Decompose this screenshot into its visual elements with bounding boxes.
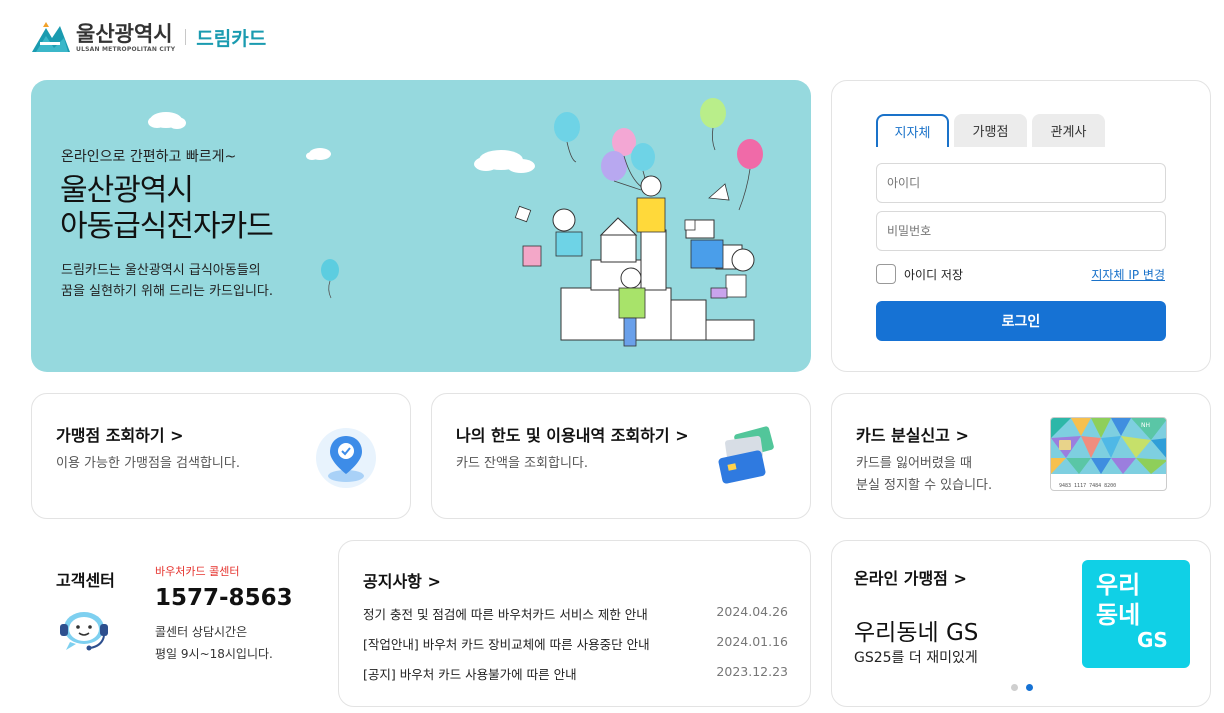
tab-merchant[interactable]: 가맹점 — [954, 114, 1027, 147]
gs-logo[interactable]: 우리 동네 GS — [1082, 560, 1190, 668]
city-name-en: ULSAN METROPOLITAN CITY — [76, 45, 176, 53]
ip-change-link[interactable]: 지자체 IP 변경 — [1091, 266, 1165, 283]
hero-desc-line1: 드림카드는 울산광역시 급식아동들의 — [61, 263, 261, 278]
gs-logo-line1: 우리 — [1096, 571, 1141, 599]
lost-card-report-card[interactable]: 카드 분실신고 > 카드를 잃어버렸을 때 분실 정지할 수 있습니다. NH … — [831, 393, 1211, 519]
save-id-checkbox[interactable] — [876, 264, 896, 284]
call-center-label: 바우처카드 콜센터 — [155, 565, 240, 578]
site-logo[interactable]: 울산광역시 ULSAN METROPOLITAN CITY 드림카드 — [30, 18, 266, 56]
online-store-title[interactable]: 온라인 가맹점 > — [854, 565, 967, 589]
notice-item[interactable]: [공지] 바우처 카드 사용불가에 따른 안내 2023.12.23 — [363, 664, 788, 683]
notice-item-text[interactable]: [작업안내] 바우처 카드 장비교체에 따른 사용중단 안내 — [363, 634, 650, 653]
notice-item-text[interactable]: [공지] 바우처 카드 사용불가에 따른 안내 — [363, 664, 577, 683]
slide-indicator — [1011, 684, 1033, 691]
merchant-search-card[interactable]: 가맹점 조회하기 > 이용 가능한 가맹점을 검색합니다. — [31, 393, 411, 519]
notice-item-date: 2024.01.16 — [716, 634, 788, 649]
gs-logo-line2: 동네 — [1096, 601, 1141, 629]
slide-dot-2[interactable] — [1026, 684, 1033, 691]
save-id-row[interactable]: 아이디 저장 — [876, 264, 963, 284]
merchant-search-desc: 이용 가능한 가맹점을 검색합니다. — [56, 456, 240, 471]
slide-dot-1[interactable] — [1011, 684, 1018, 691]
gs-logo-text: 우리 동네 — [1096, 570, 1140, 630]
password-input[interactable] — [876, 211, 1166, 251]
login-tabs: 지자체 가맹점 관계사 — [876, 114, 1105, 147]
balance-history-card[interactable]: 나의 한도 및 이용내역 조회하기 > 카드 잔액을 조회합니다. — [431, 393, 811, 519]
city-name: 울산광역시 — [76, 21, 173, 46]
hero-title-line1: 울산광역시 — [60, 173, 194, 208]
notice-item[interactable]: 정기 충전 및 점검에 따른 바우처카드 서비스 제한 안내 2024.04.2… — [363, 604, 788, 623]
map-pin-icon — [316, 428, 376, 488]
card-money-icon — [718, 426, 774, 484]
gs-logo-gs: GS — [1137, 628, 1168, 652]
hero-subtitle: 온라인으로 간편하고 빠르게~ — [61, 149, 237, 165]
notice-item-date: 2024.04.26 — [716, 604, 788, 619]
notice-panel: 공지사항 > 정기 충전 및 점검에 따른 바우처카드 서비스 제한 안내 20… — [338, 540, 811, 707]
hero-desc-line2: 꿈을 실현하기 위해 드리는 카드입니다. — [61, 284, 274, 299]
hero-description: 드림카드는 울산광역시 급식아동들의 꿈을 실현하기 위해 드리는 카드입니다. — [61, 260, 273, 302]
merchant-search-title: 가맹점 조회하기 > — [56, 426, 184, 445]
tab-affiliate[interactable]: 관계사 — [1032, 114, 1105, 147]
ulsan-logo-icon — [32, 22, 70, 52]
online-store-name[interactable]: 우리동네 GS — [854, 613, 978, 647]
call-center-hours: 콜센터 상담시간은 평일 9시~18시입니다. — [155, 621, 273, 665]
balance-history-title: 나의 한도 및 이용내역 조회하기 > — [456, 426, 689, 445]
lost-card-desc-line2: 분실 정지할 수 있습니다. — [856, 478, 993, 493]
hero-title-line2: 아동급식전자카드 — [60, 209, 274, 244]
tab-local-government[interactable]: 지자체 — [876, 114, 949, 147]
call-center-hours-line2: 평일 9시~18시입니다. — [155, 647, 273, 661]
svg-text:NH: NH — [1141, 422, 1150, 429]
id-input[interactable] — [876, 163, 1166, 203]
notice-title[interactable]: 공지사항 > — [363, 568, 441, 592]
card-number: 9483 1117 7484 8200 — [1059, 483, 1117, 489]
call-center-hours-line1: 콜센터 상담시간은 — [155, 625, 248, 639]
notice-item[interactable]: [작업안내] 바우처 카드 장비교체에 따른 사용중단 안내 2024.01.1… — [363, 634, 788, 653]
dream-card-image: NH 9483 1117 7484 8200 — [1050, 417, 1167, 491]
online-store-panel: 온라인 가맹점 > 우리동네 GS GS25를 더 재미있게 우리 동네 GS — [831, 540, 1211, 707]
service-name: 드림카드 — [196, 27, 267, 50]
login-panel: 지자체 가맹점 관계사 아이디 저장 지자체 IP 변경 로그인 — [831, 80, 1211, 372]
call-center-phone[interactable]: 1577-8563 — [155, 585, 293, 611]
lost-card-title: 카드 분실신고 > — [856, 426, 969, 445]
customer-center-title: 고객센터 — [56, 571, 115, 590]
lost-card-desc: 카드를 잃어버렸을 때 분실 정지할 수 있습니다. — [856, 453, 1056, 497]
hero-banner: 온라인으로 간편하고 빠르게~ 울산광역시 아동급식전자카드 드림카드는 울산광… — [31, 80, 811, 372]
save-id-label: 아이디 저장 — [904, 267, 964, 282]
notice-item-date: 2023.12.23 — [716, 664, 788, 679]
online-store-desc: GS25를 더 재미있게 — [854, 650, 978, 666]
balance-history-desc: 카드 잔액을 조회합니다. — [456, 456, 588, 471]
notice-item-text[interactable]: 정기 충전 및 점검에 따른 바우처카드 서비스 제한 안내 — [363, 604, 648, 623]
headset-chatbot-icon — [60, 612, 108, 651]
login-button[interactable]: 로그인 — [876, 301, 1166, 341]
lost-card-desc-line1: 카드를 잃어버렸을 때 — [856, 456, 972, 471]
hero-title: 울산광역시 아동급식전자카드 — [60, 173, 274, 245]
logo-divider — [185, 29, 187, 45]
